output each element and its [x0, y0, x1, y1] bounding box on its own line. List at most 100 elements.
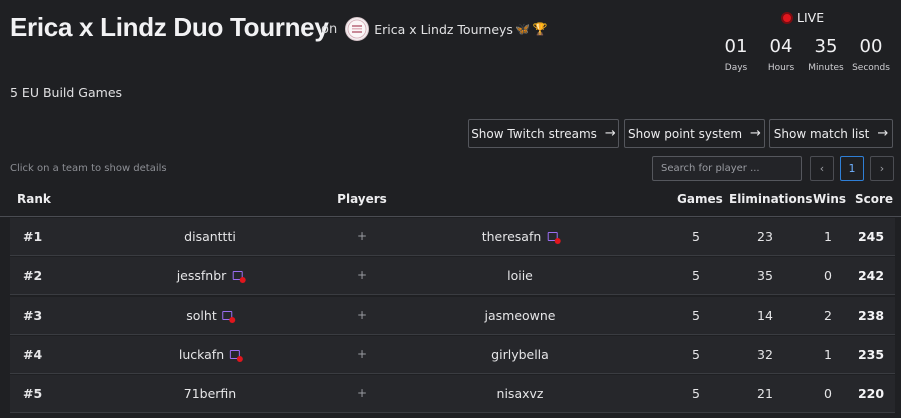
team-row[interactable]: #3 solht + jasmeowne 5 14 2 238 — [10, 297, 895, 335]
plus-icon: + — [356, 386, 368, 400]
eliminations-value: 35 — [757, 268, 773, 283]
pagination-page-1[interactable]: 1 — [840, 156, 864, 181]
butterfly-icon: 🦋 — [514, 22, 530, 36]
countdown-seconds-value: 00 — [859, 36, 883, 57]
column-wins[interactable]: Wins — [813, 192, 846, 206]
player-two[interactable]: nisaxvz — [497, 386, 544, 401]
twitch-live-icon[interactable] — [232, 270, 246, 283]
team-rank: #3 — [23, 308, 43, 323]
show-twitch-streams-button[interactable]: Show Twitch streams → — [468, 119, 619, 148]
show-point-system-button[interactable]: Show point system → — [624, 119, 765, 148]
countdown-hours-label: Hours — [767, 63, 795, 73]
games-value: 5 — [692, 386, 700, 401]
pagination-prev-button[interactable]: ‹ — [810, 156, 834, 181]
games-value: 5 — [692, 347, 700, 362]
game-mode-subtitle: 5 EU Build Games — [10, 85, 123, 100]
team-rank: #5 — [23, 386, 43, 401]
leaderboard-header: Rank Players Games Eliminations Wins Sco… — [0, 186, 901, 217]
live-indicator: LIVE — [781, 10, 824, 25]
organizer-logo-icon — [347, 19, 367, 39]
countdown-minutes: 35 Minutes — [806, 36, 846, 73]
twitch-live-icon[interactable] — [222, 310, 236, 323]
score-value: 220 — [857, 386, 885, 401]
team-rank: #1 — [23, 229, 43, 244]
eliminations-value: 14 — [757, 308, 773, 323]
chevron-left-icon: ‹ — [819, 162, 825, 175]
countdown-days: 01 Days — [722, 36, 750, 73]
wins-value: 0 — [824, 386, 832, 401]
player-name: theresafn — [481, 229, 542, 244]
live-dot-icon — [237, 355, 244, 362]
pagination-next-button[interactable]: › — [870, 156, 894, 181]
player-one[interactable]: solht — [186, 308, 236, 323]
plus-icon: + — [356, 229, 368, 243]
eliminations-value: 21 — [757, 386, 773, 401]
arrow-right-icon: → — [877, 126, 889, 141]
column-players[interactable]: Players — [337, 192, 387, 206]
score-value: 238 — [857, 308, 885, 323]
team-rank: #2 — [23, 268, 43, 283]
live-dot-icon — [239, 276, 246, 283]
eliminations-value: 23 — [757, 229, 773, 244]
live-dot-icon — [554, 237, 561, 244]
live-dot-icon — [781, 11, 793, 24]
show-match-list-button[interactable]: Show match list → — [769, 119, 893, 148]
player-name: jasmeowne — [484, 308, 556, 323]
team-row[interactable]: #5 71berfin + nisaxvz 5 21 0 220 — [10, 375, 895, 413]
player-name: loiie — [507, 268, 533, 283]
organizer-name[interactable]: Erica x Lindz Tourneys — [374, 22, 513, 37]
column-games[interactable]: Games — [677, 192, 723, 206]
player-one[interactable]: jessfnbr — [177, 268, 246, 283]
team-rank: #4 — [23, 347, 43, 362]
page-title: Erica x Lindz Duo Tourney — [10, 12, 329, 42]
score-value: 235 — [857, 347, 885, 362]
player-two[interactable]: girlybella — [491, 347, 549, 362]
countdown-hours: 04 Hours — [766, 36, 796, 73]
player-name: luckafn — [178, 347, 225, 362]
team-row[interactable]: #4 luckafn + girlybella 5 32 1 235 — [10, 336, 895, 374]
team-row[interactable]: #2 jessfnbr + loiie 5 35 0 242 — [10, 257, 895, 295]
player-one[interactable]: 71berfin — [184, 386, 236, 401]
column-score[interactable]: Score — [855, 192, 893, 206]
countdown-hours-value: 04 — [769, 36, 793, 57]
wins-value: 1 — [824, 229, 832, 244]
player-one[interactable]: luckafn — [178, 347, 244, 362]
column-eliminations[interactable]: Eliminations — [729, 192, 812, 206]
player-two[interactable]: jasmeowne — [485, 308, 556, 323]
wins-value: 0 — [824, 268, 832, 283]
player-two[interactable]: loiie — [507, 268, 533, 283]
score-value: 242 — [857, 268, 885, 283]
countdown-minutes-value: 35 — [814, 36, 838, 57]
games-value: 5 — [692, 229, 700, 244]
team-row[interactable]: #1 disanttti + theresafn 5 23 1 245 — [10, 218, 895, 256]
arrow-right-icon: → — [750, 126, 761, 141]
player-two[interactable]: theresafn — [481, 229, 561, 244]
live-label: LIVE — [797, 10, 825, 25]
score-value: 245 — [857, 229, 885, 244]
player-name: solht — [186, 308, 217, 323]
player-name: nisaxvz — [496, 386, 544, 401]
plus-icon: + — [356, 308, 368, 322]
wins-value: 1 — [824, 347, 832, 362]
show-point-system-label: Show point system — [628, 126, 743, 141]
wins-value: 2 — [824, 308, 832, 323]
chevron-right-icon: › — [879, 162, 885, 175]
column-rank[interactable]: Rank — [17, 192, 51, 206]
player-one[interactable]: disanttti — [184, 229, 236, 244]
organizer-avatar[interactable] — [345, 17, 370, 41]
countdown-seconds: 00 Seconds — [852, 36, 890, 73]
table-hint: Click on a team to show details — [10, 163, 167, 174]
player-search-input[interactable] — [652, 156, 802, 181]
plus-icon: + — [356, 347, 368, 361]
live-dot-icon — [229, 316, 236, 323]
plus-icon: + — [356, 268, 368, 282]
player-name: disanttti — [184, 229, 236, 244]
show-twitch-streams-label: Show Twitch streams — [471, 126, 597, 141]
countdown-seconds-label: Seconds — [852, 63, 890, 73]
on-label: on — [321, 21, 338, 37]
twitch-live-icon[interactable] — [547, 231, 561, 244]
show-match-list-label: Show match list — [773, 126, 870, 141]
countdown-days-label: Days — [724, 63, 748, 73]
twitch-live-icon[interactable] — [230, 349, 244, 362]
games-value: 5 — [692, 268, 700, 283]
